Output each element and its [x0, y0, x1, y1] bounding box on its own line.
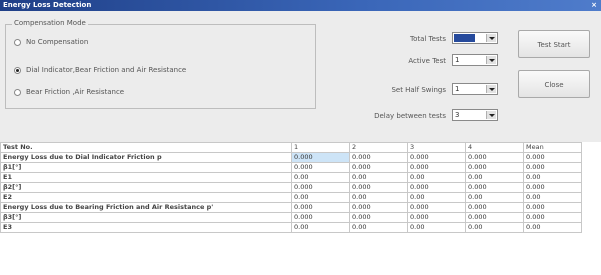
column-header[interactable]: 2 [349, 142, 408, 153]
table-cell[interactable]: 0.000 [465, 212, 524, 223]
table-cell[interactable]: 0.000 [407, 162, 466, 173]
table-cell[interactable]: 0.000 [349, 152, 408, 163]
table-cell[interactable]: 0.000 [407, 152, 466, 163]
close-button[interactable]: Close [518, 70, 590, 98]
table-cell[interactable]: 0.000 [349, 182, 408, 193]
column-header[interactable]: 3 [407, 142, 466, 153]
radio-bear-friction[interactable]: Bear Friction ,Air Resistance [14, 87, 124, 97]
column-header[interactable]: Test No. [0, 142, 292, 153]
results-table: Test No. 1 2 3 4 Mean Energy Loss due to Dial … [0, 142, 582, 233]
set-half-swings-select[interactable]: 1 [452, 83, 498, 95]
table-cell[interactable]: 0.000 [291, 152, 350, 163]
chevron-down-icon[interactable] [486, 111, 496, 119]
table-cell[interactable]: 0.00 [291, 222, 350, 233]
row-label: Energy Loss due to Dial Indicator Fricti… [0, 152, 292, 163]
energy-loss-window: Energy Loss Detection × Compensation Mod… [0, 0, 601, 275]
table-cell[interactable]: 0.000 [407, 182, 466, 193]
table-cell[interactable]: 0.00 [523, 222, 582, 233]
table-cell[interactable]: 0.000 [465, 152, 524, 163]
set-half-swings-label: Set Half Swings [391, 86, 446, 94]
table-cell[interactable]: 0.000 [465, 162, 524, 173]
radio-dial-indicator[interactable]: Dial Indicator,Bear Friction and Air Res… [14, 65, 186, 75]
table-cell[interactable]: 0.000 [291, 212, 350, 223]
table-cell[interactable]: 0.000 [349, 212, 408, 223]
compensation-mode-group: Compensation Mode No Compensation Dial I… [5, 19, 316, 109]
active-test-value: 1 [455, 56, 460, 64]
column-header[interactable]: 1 [291, 142, 350, 153]
table-cell[interactable]: 0.000 [523, 182, 582, 193]
table-cell[interactable]: 0.000 [523, 162, 582, 173]
table-cell[interactable]: 0.00 [407, 172, 466, 183]
window-title: Energy Loss Detection [3, 1, 92, 9]
table-cell[interactable]: 0.00 [465, 222, 524, 233]
column-header[interactable]: Mean [523, 142, 582, 153]
table-row: Energy Loss due to Bearing Friction and … [0, 202, 582, 213]
delay-between-tests-value: 3 [455, 111, 460, 119]
close-icon[interactable]: × [590, 1, 598, 9]
table-cell[interactable]: 0.000 [291, 202, 350, 213]
delay-between-tests-select[interactable]: 3 [452, 109, 498, 121]
table-cell[interactable]: 0.000 [291, 182, 350, 193]
table-cell[interactable]: 0.00 [407, 192, 466, 203]
chevron-down-icon[interactable] [486, 85, 496, 93]
table-cell[interactable]: 0.000 [291, 162, 350, 173]
title-bar: Energy Loss Detection × [0, 0, 601, 11]
row-label: E1 [0, 172, 292, 183]
table-cell[interactable]: 0.00 [523, 172, 582, 183]
table-cell[interactable]: 0.000 [465, 202, 524, 213]
table-cell[interactable]: 0.00 [465, 172, 524, 183]
settings-panel: Compensation Mode No Compensation Dial I… [0, 11, 601, 142]
row-label: β2[°] [0, 182, 292, 193]
table-cell[interactable]: 0.000 [523, 212, 582, 223]
table-row: β2[°] 0.000 0.000 0.000 0.000 0.000 [0, 182, 582, 193]
table-row: E3 0.00 0.00 0.00 0.00 0.00 [0, 222, 582, 233]
table-cell[interactable]: 0.00 [291, 172, 350, 183]
table-cell[interactable]: 0.00 [407, 222, 466, 233]
table-row: β1[°] 0.000 0.000 0.000 0.000 0.000 [0, 162, 582, 173]
radio-button[interactable] [14, 38, 21, 46]
set-half-swings-value: 1 [455, 85, 460, 93]
radio-label: No Compensation [26, 38, 89, 46]
total-tests-label: Total Tests [409, 35, 446, 43]
table-row: E1 0.00 0.00 0.00 0.00 0.00 [0, 172, 582, 183]
radio-button[interactable] [14, 88, 21, 96]
table-header-row: Test No. 1 2 3 4 Mean [0, 142, 582, 153]
table-cell[interactable]: 0.00 [349, 172, 408, 183]
table-cell[interactable]: 0.000 [349, 162, 408, 173]
table-cell[interactable]: 0.000 [523, 152, 582, 163]
table-row: Energy Loss due to Dial Indicator Fricti… [0, 152, 582, 163]
radio-no-compensation[interactable]: No Compensation [14, 37, 88, 47]
chevron-down-icon[interactable] [486, 34, 496, 42]
row-label: β1[°] [0, 162, 292, 173]
table-cell[interactable]: 0.00 [349, 222, 408, 233]
results-grid: Test No. 1 2 3 4 Mean Energy Loss due to Dial … [0, 142, 601, 275]
row-label: E2 [0, 192, 292, 203]
table-cell[interactable]: 0.00 [349, 192, 408, 203]
compensation-mode-legend: Compensation Mode [12, 19, 88, 27]
table-cell[interactable]: 0.00 [291, 192, 350, 203]
table-cell[interactable]: 0.000 [349, 202, 408, 213]
radio-button-checked[interactable] [14, 66, 21, 74]
row-label: β3[°] [0, 212, 292, 223]
radio-label: Bear Friction ,Air Resistance [26, 88, 125, 96]
table-cell[interactable]: 0.00 [465, 192, 524, 203]
chevron-down-icon[interactable] [486, 56, 496, 64]
table-cell[interactable]: 0.00 [523, 192, 582, 203]
delay-between-tests-label: Delay between tests [374, 112, 446, 120]
row-label: Energy Loss due to Bearing Friction and … [0, 202, 292, 213]
active-test-label: Active Test [408, 57, 446, 65]
table-row: β3[°] 0.000 0.000 0.000 0.000 0.000 [0, 212, 582, 223]
table-cell[interactable]: 0.000 [465, 182, 524, 193]
test-start-button[interactable]: Test Start [518, 30, 590, 58]
table-cell[interactable]: 0.000 [523, 202, 582, 213]
table-row: E2 0.00 0.00 0.00 0.00 0.00 [0, 192, 582, 203]
table-cell[interactable]: 0.000 [407, 212, 466, 223]
total-tests-select[interactable]: 5 [452, 32, 498, 44]
table-cell[interactable]: 0.000 [407, 202, 466, 213]
active-test-select[interactable]: 1 [452, 54, 498, 66]
row-label: E3 [0, 222, 292, 233]
total-tests-value: 5 [454, 34, 475, 42]
column-header[interactable]: 4 [465, 142, 524, 153]
radio-label: Dial Indicator,Bear Friction and Air Res… [26, 66, 187, 74]
